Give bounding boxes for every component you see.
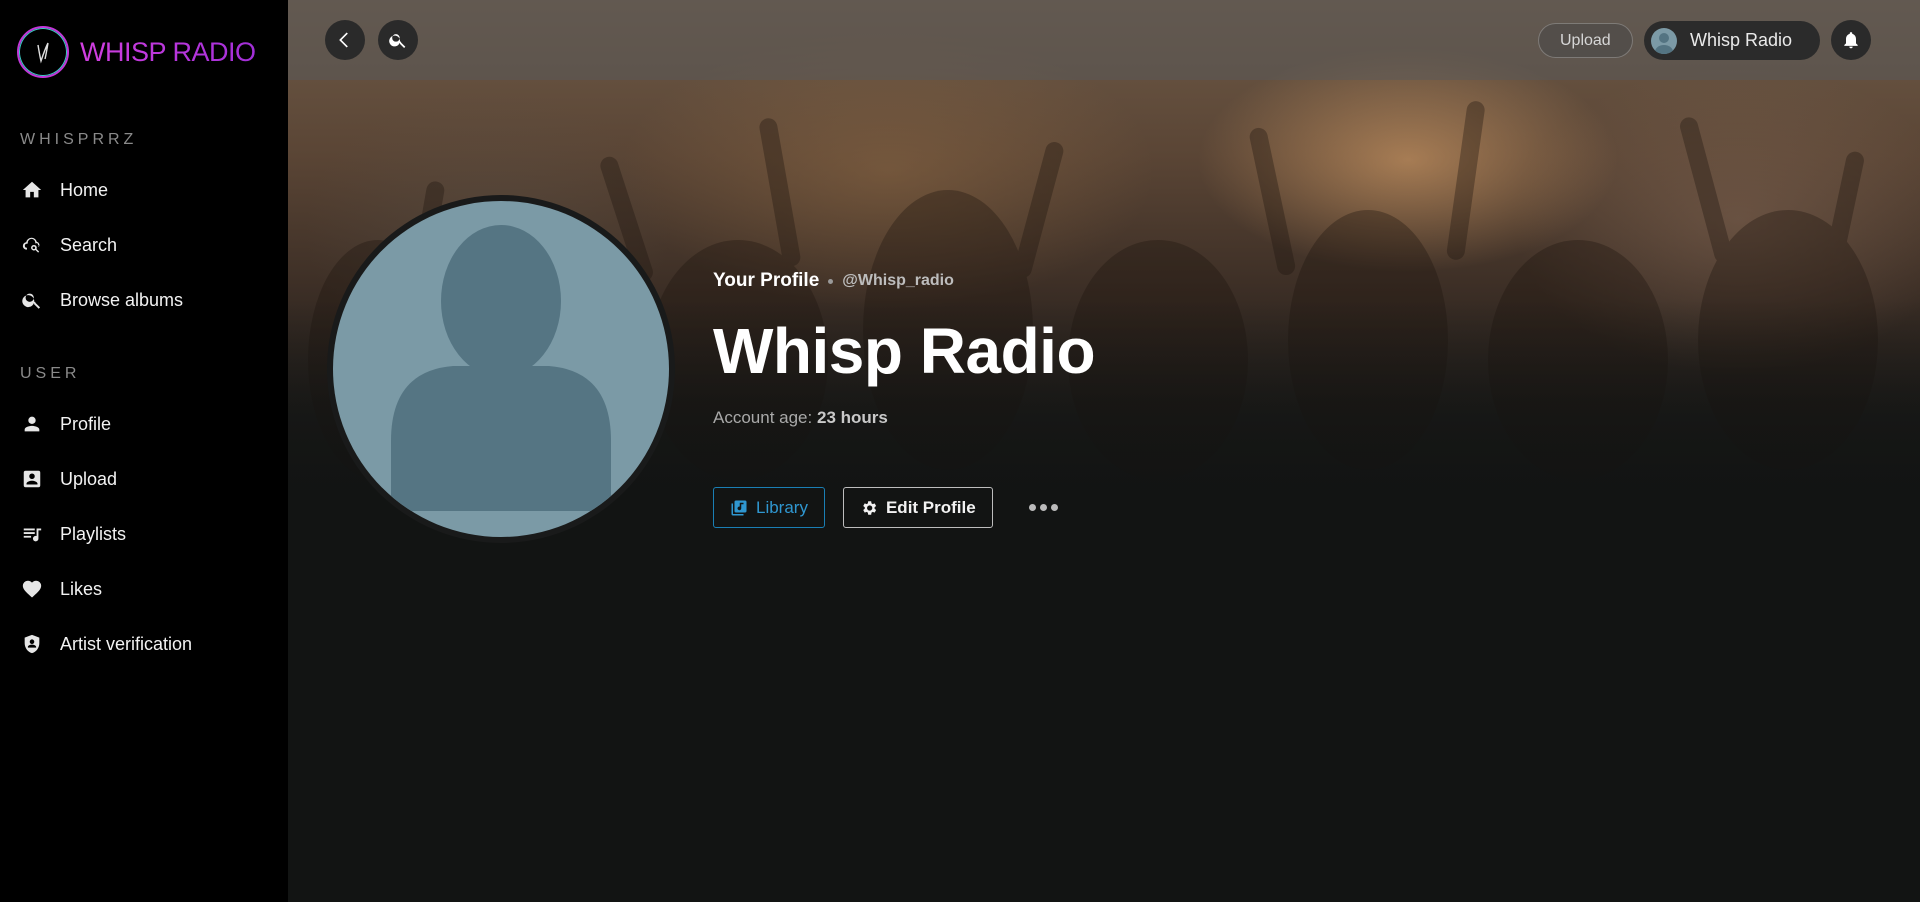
upload-box-icon (20, 467, 44, 491)
sidebar-item-home[interactable]: Home (20, 175, 108, 205)
sidebar-item-profile[interactable]: Profile (20, 409, 111, 439)
your-profile-label: Your Profile (713, 270, 820, 291)
sidebar-item-label: Browse albums (60, 289, 184, 310)
notifications-button[interactable] (1831, 20, 1871, 60)
profile-eyebrow: Your Profile @Whisp_radio (713, 270, 1095, 292)
account-age-label: Account age: (713, 408, 813, 427)
separator-dot (828, 278, 834, 284)
edit-profile-label: Edit Profile (885, 497, 976, 517)
user-menu-label: Whisp Radio (1690, 30, 1793, 50)
user-menu-button[interactable]: Whisp Radio (1644, 21, 1820, 60)
more-options-button[interactable] (1028, 498, 1058, 517)
account-age: Account age: 23 hours (713, 408, 1095, 428)
sidebar-item-search[interactable]: Search (20, 230, 117, 260)
sidebar-item-label: Search (60, 234, 118, 255)
sidebar-item-label: Playlists (60, 523, 127, 544)
sidebar-item-label: Upload (60, 468, 118, 489)
library-button[interactable]: Library (713, 487, 825, 528)
sidebar-item-likes[interactable]: Likes (20, 574, 102, 604)
search-icon (389, 34, 406, 48)
library-icon (731, 500, 747, 515)
more-dots-icon (1028, 504, 1036, 511)
app-root: WHISP RADIO WHISPRRZ Home Search Browse … (0, 0, 1920, 902)
sidebar-item-label: Home (60, 179, 109, 200)
gear-icon (863, 500, 877, 515)
avatar (1651, 27, 1677, 54)
profile-name: Whisp Radio (713, 315, 1096, 387)
search-cloud-icon (20, 233, 44, 257)
shield-icon (20, 632, 44, 656)
sidebar: WHISP RADIO WHISPRRZ Home Search Browse … (0, 0, 288, 902)
library-label: Library (756, 497, 808, 517)
top-bar: Upload Whisp Radio (288, 0, 1920, 80)
edit-profile-button[interactable]: Edit Profile (842, 487, 993, 528)
profile-info: Your Profile @Whisp_radio Whisp Radio Ac… (713, 270, 1096, 428)
topbar-search-button[interactable] (378, 20, 418, 60)
sidebar-item-label: Likes (60, 578, 103, 599)
playlist-icon (20, 522, 44, 546)
back-chevron-icon (339, 32, 348, 48)
sidebar-item-label: Profile (60, 413, 112, 434)
bell-icon (1844, 32, 1858, 49)
heart-icon (20, 577, 44, 601)
profile-actions: Library Edit Profile (713, 487, 1058, 528)
more-dot (1050, 504, 1058, 511)
default-avatar-icon (333, 201, 669, 537)
more-dot (1039, 504, 1047, 511)
main-content: Upload Whisp Radio Your Profile @Whisp_r… (288, 0, 1920, 902)
sidebar-item-playlists[interactable]: Playlists (20, 519, 126, 549)
sidebar-item-artist-verification[interactable]: Artist verification (20, 629, 192, 659)
topbar-upload-button[interactable]: Upload (1538, 23, 1633, 58)
person-icon (20, 412, 44, 436)
section-title-whisprrz: WHISPRRZ (20, 131, 138, 148)
sidebar-item-browse-albums[interactable]: Browse albums (20, 285, 183, 315)
section-title-user: USER (20, 365, 81, 382)
brand-logo[interactable]: WHISP RADIO (17, 26, 256, 78)
account-age-value: 23 hours (816, 408, 888, 427)
sidebar-item-label: Artist verification (60, 633, 193, 654)
logo-mark-icon (17, 26, 69, 78)
brand-name: WHISP RADIO (80, 36, 256, 67)
search-icon (20, 288, 44, 312)
sidebar-item-upload[interactable]: Upload (20, 464, 117, 494)
profile-avatar[interactable] (327, 195, 675, 543)
back-button[interactable] (325, 20, 365, 60)
home-icon (20, 178, 44, 202)
profile-handle: @Whisp_radio (842, 272, 954, 289)
